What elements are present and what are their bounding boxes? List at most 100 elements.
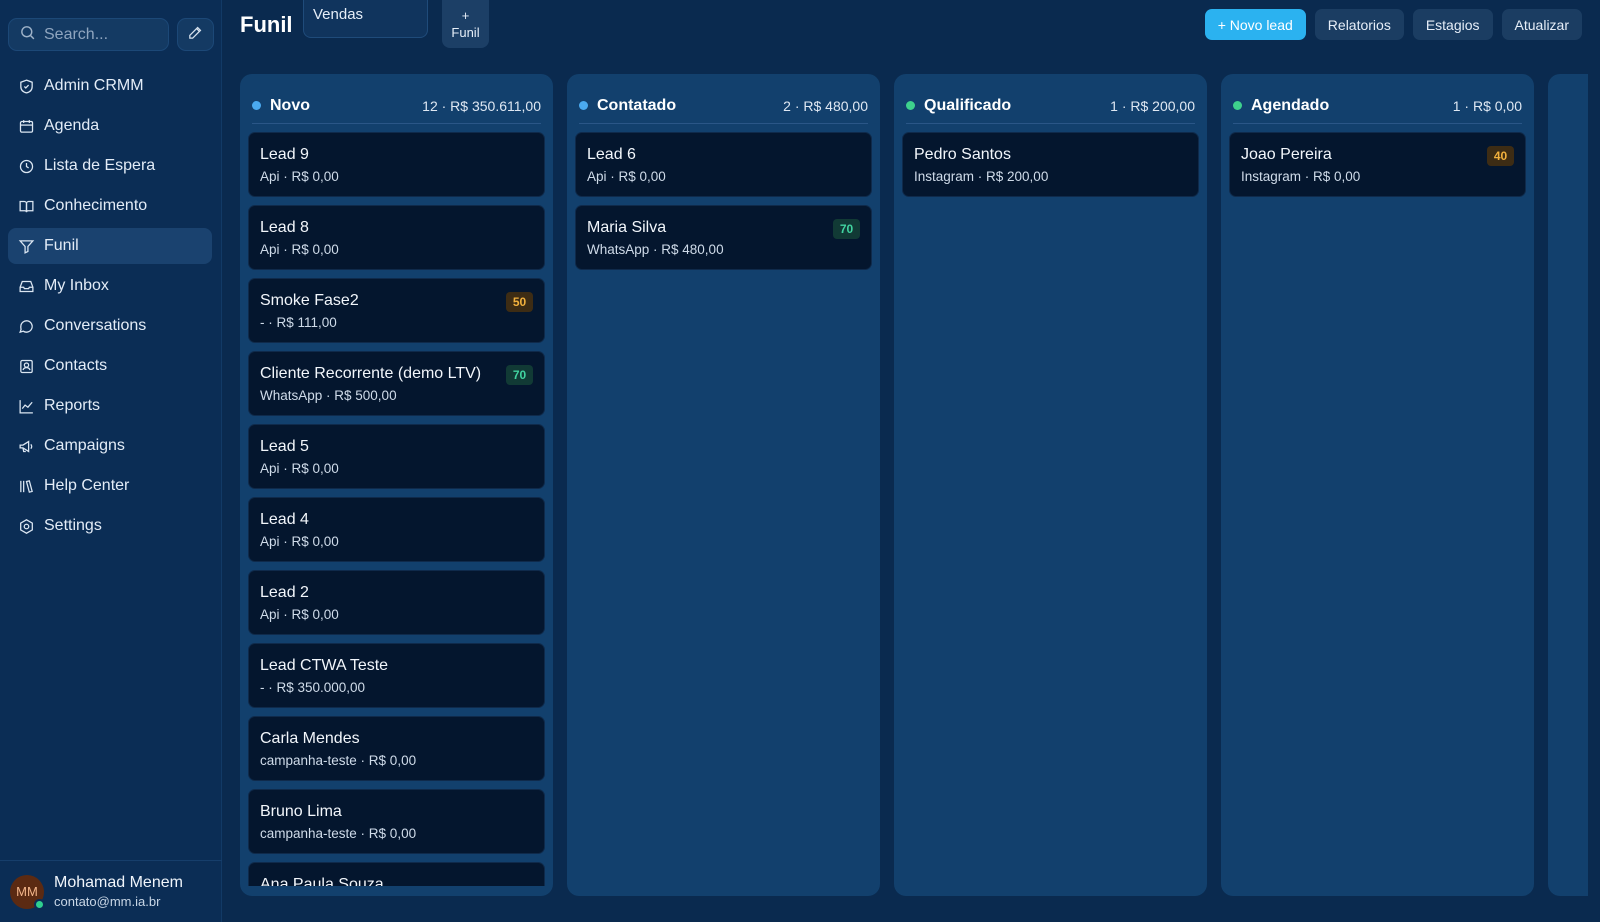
sidebar-item-help-center[interactable]: Help Center <box>8 468 212 504</box>
sidebar-item-conversations[interactable]: Conversations <box>8 308 212 344</box>
lead-card-title: Pedro Santos <box>914 146 1011 163</box>
lead-score-badge: 40 <box>1487 146 1514 166</box>
column-stats: 1 · R$ 0,00 <box>1452 97 1522 114</box>
sidebar-item-campaigns[interactable]: Campaigns <box>8 428 212 464</box>
shield-icon <box>17 77 35 95</box>
lead-card[interactable]: Lead CTWA Teste - · R$ 350.000,00 <box>248 643 545 708</box>
lead-card[interactable]: Lead 2 Api · R$ 0,00 <box>248 570 545 635</box>
lead-card-title: Carla Mendes <box>260 730 360 747</box>
search-input[interactable] <box>44 25 154 44</box>
lead-card-subtitle: - · R$ 111,00 <box>260 315 337 330</box>
lead-card[interactable]: Cliente Recorrente (demo LTV) WhatsApp · … <box>248 351 545 416</box>
new-funnel-button[interactable]: + Funil <box>442 0 489 48</box>
sidebar-item-conhecimento[interactable]: Conhecimento <box>8 188 212 224</box>
kanban-column-qualificado: Qualificado 1 · R$ 200,00 Pedro Santos Inst… <box>894 74 1207 896</box>
page-title: Funil <box>240 12 293 37</box>
lead-card-title: Lead 5 <box>260 438 309 455</box>
avatar-initials: MM <box>16 884 38 899</box>
column-status-dot <box>1233 101 1242 110</box>
lead-card-title: Lead CTWA Teste <box>260 657 389 674</box>
sidebar-item-label: Settings <box>44 517 102 534</box>
column-cards: Lead 6 Api · R$ 0,00 Maria Silva WhatsApp ·… <box>575 132 872 886</box>
column-cards: Joao Pereira Instagram · R$ 0,00 40 <box>1229 132 1526 886</box>
lead-card[interactable]: Lead 4 Api · R$ 0,00 <box>248 497 545 562</box>
kanban-column-partial <box>1548 74 1588 896</box>
sidebar-item-label: Lista de Espera <box>44 157 156 174</box>
pipeline-select[interactable]: Vendas <box>303 0 428 38</box>
pencil-icon <box>187 24 204 46</box>
sidebar-item-contacts[interactable]: Contacts <box>8 348 212 384</box>
kanban-column-novo: Novo 12 · R$ 350.611,00 Lead 9 Api · R$ 0,0… <box>240 74 553 896</box>
column-status-dot <box>579 101 588 110</box>
avatar: MM <box>10 874 45 910</box>
sidebar-item-settings[interactable]: Settings <box>8 508 212 544</box>
lead-card-title: Smoke Fase2 <box>260 292 359 309</box>
lead-card-subtitle: Api · R$ 0,00 <box>260 169 339 184</box>
compose-button[interactable] <box>177 18 214 51</box>
lead-card-title: Joao Pereira <box>1241 146 1332 163</box>
search-row <box>8 18 214 51</box>
lead-card-subtitle: Api · R$ 0,00 <box>260 534 339 549</box>
column-header: Qualificado 1 · R$ 200,00 <box>906 88 1195 124</box>
lead-card[interactable]: Ana Paula Souza <box>248 862 545 886</box>
lead-score-badge: 50 <box>506 292 533 312</box>
sidebar-item-lista-de-espera[interactable]: Lista de Espera <box>8 148 212 184</box>
stages-button[interactable]: Estagios <box>1412 9 1493 40</box>
column-header: Novo 12 · R$ 350.611,00 <box>252 88 541 124</box>
lead-card-title: Cliente Recorrente (demo LTV) <box>260 365 482 382</box>
chat-bubble-icon <box>17 317 35 335</box>
sidebar: Admin CRMM Agenda Lista de Espera Conhec… <box>0 0 222 922</box>
megaphone-icon <box>17 437 35 455</box>
sidebar-item-my-inbox[interactable]: My Inbox <box>8 268 212 304</box>
lead-card-subtitle: Api · R$ 0,00 <box>260 242 339 257</box>
sidebar-item-label: My Inbox <box>44 277 109 294</box>
sidebar-item-label: Conhecimento <box>44 197 148 214</box>
lead-card[interactable]: Bruno Lima campanha-teste · R$ 0,00 <box>248 789 545 854</box>
lead-card-title: Lead 8 <box>260 219 309 236</box>
toolbar: + Novo lead Relatorios Estagios Atualiza… <box>1204 9 1582 40</box>
sidebar-item-agenda[interactable]: Agenda <box>8 108 212 144</box>
search-box[interactable] <box>8 18 169 51</box>
lead-card[interactable]: Lead 8 Api · R$ 0,00 <box>248 205 545 270</box>
sidebar-item-label: Help Center <box>44 477 130 494</box>
search-icon <box>19 24 36 46</box>
sidebar-item-reports[interactable]: Reports <box>8 388 212 424</box>
user-profile[interactable]: MM Mohamad Menem contato@mm.ia.br <box>0 860 222 922</box>
sidebar-item-label: Conversations <box>44 317 147 334</box>
clock-icon <box>17 157 35 175</box>
lead-card[interactable]: Carla Mendes campanha-teste · R$ 0,00 <box>248 716 545 781</box>
lead-card[interactable]: Lead 6 Api · R$ 0,00 <box>575 132 872 197</box>
column-status-dot <box>906 101 915 110</box>
online-status-dot <box>34 898 45 910</box>
lead-card-subtitle: Api · R$ 0,00 <box>260 461 339 476</box>
lead-card-subtitle: WhatsApp · R$ 500,00 <box>260 388 397 403</box>
gear-icon <box>17 517 35 535</box>
lead-card-subtitle: Instagram · R$ 0,00 <box>1241 169 1361 184</box>
column-title: Qualificado <box>924 96 1012 114</box>
lead-card[interactable]: Joao Pereira Instagram · R$ 0,00 40 <box>1229 132 1526 197</box>
sidebar-nav: Admin CRMM Agenda Lista de Espera Conhec… <box>8 68 212 548</box>
lead-score-badge: 70 <box>506 365 533 385</box>
lead-card[interactable]: Smoke Fase2 - · R$ 111,00 50 <box>248 278 545 343</box>
new-lead-button[interactable]: + Novo lead <box>1204 9 1306 40</box>
lead-card-title: Bruno Lima <box>260 803 342 820</box>
sidebar-item-label: Contacts <box>44 357 108 374</box>
column-stats: 2 · R$ 480,00 <box>783 97 868 114</box>
lead-card[interactable]: Lead 5 Api · R$ 0,00 <box>248 424 545 489</box>
refresh-button[interactable]: Atualizar <box>1501 9 1582 40</box>
sidebar-item-funil[interactable]: Funil <box>8 228 212 264</box>
sidebar-item-admin-crmm[interactable]: Admin CRMM <box>8 68 212 104</box>
lead-card-subtitle: Instagram · R$ 200,00 <box>914 169 1049 184</box>
lead-card[interactable]: Maria Silva WhatsApp · R$ 480,00 70 <box>575 205 872 270</box>
column-status-dot <box>252 101 261 110</box>
kanban-board: Novo 12 · R$ 350.611,00 Lead 9 Api · R$ 0,0… <box>240 74 1600 896</box>
lead-card-title: Lead 4 <box>260 511 309 528</box>
lead-card-title: Lead 2 <box>260 584 309 601</box>
column-cards: Pedro Santos Instagram · R$ 200,00 <box>902 132 1199 886</box>
column-stats: 12 · R$ 350.611,00 <box>422 97 541 114</box>
column-header: Agendado 1 · R$ 0,00 <box>1233 88 1522 124</box>
lead-card[interactable]: Pedro Santos Instagram · R$ 200,00 <box>902 132 1199 197</box>
lead-card-subtitle: WhatsApp · R$ 480,00 <box>587 242 724 257</box>
lead-card[interactable]: Lead 9 Api · R$ 0,00 <box>248 132 545 197</box>
reports-button[interactable]: Relatorios <box>1314 9 1404 40</box>
